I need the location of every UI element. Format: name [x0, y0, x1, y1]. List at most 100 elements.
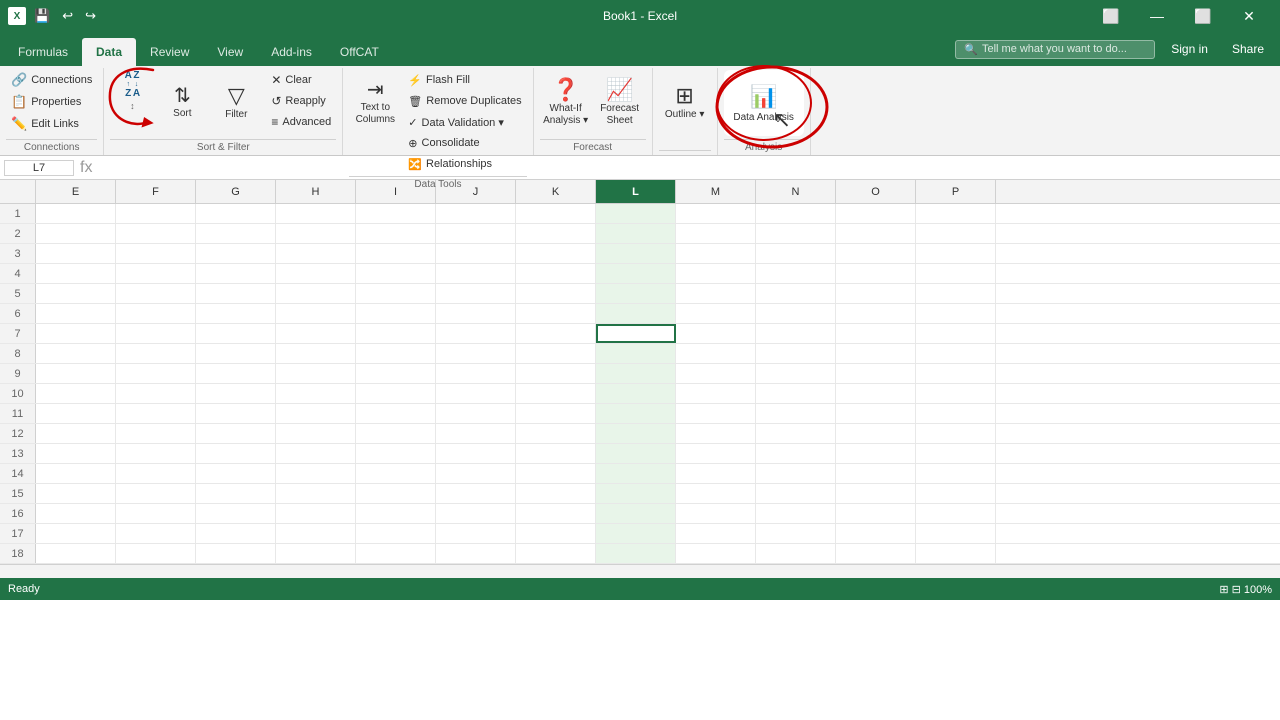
text-to-columns-button[interactable]: ⇥ Text toColumns: [349, 70, 401, 136]
cell-M8[interactable]: [676, 344, 756, 363]
cell-G11[interactable]: [196, 404, 276, 423]
cell-H16[interactable]: [276, 504, 356, 523]
cell-P18[interactable]: [916, 544, 996, 563]
consolidate-button[interactable]: ⊕ Consolidate: [403, 133, 526, 153]
cell-O3[interactable]: [836, 244, 916, 263]
cell-K14[interactable]: [516, 464, 596, 483]
cell-N11[interactable]: [756, 404, 836, 423]
cell-L15[interactable]: [596, 484, 676, 503]
redo-icon[interactable]: ↪: [81, 8, 100, 24]
cell-K10[interactable]: [516, 384, 596, 403]
cell-J17[interactable]: [436, 524, 516, 543]
cell-E13[interactable]: [36, 444, 116, 463]
forecast-sheet-button[interactable]: 📈 ForecastSheet: [594, 70, 646, 136]
cell-E6[interactable]: [36, 304, 116, 323]
cell-O15[interactable]: [836, 484, 916, 503]
cell-I9[interactable]: [356, 364, 436, 383]
cell-I1[interactable]: [356, 204, 436, 223]
outline-button[interactable]: ⊞ Outline ▾: [659, 70, 711, 136]
cell-P5[interactable]: [916, 284, 996, 303]
cell-E16[interactable]: [36, 504, 116, 523]
cell-L5[interactable]: [596, 284, 676, 303]
col-header-P[interactable]: P: [916, 180, 996, 203]
signin-button[interactable]: Sign in: [1163, 40, 1216, 58]
cell-E8[interactable]: [36, 344, 116, 363]
cell-L6[interactable]: [596, 304, 676, 323]
cell-N10[interactable]: [756, 384, 836, 403]
cell-H9[interactable]: [276, 364, 356, 383]
relationships-button[interactable]: 🔀 Relationships: [403, 154, 526, 174]
cell-M5[interactable]: [676, 284, 756, 303]
cell-G10[interactable]: [196, 384, 276, 403]
cell-G12[interactable]: [196, 424, 276, 443]
cell-G4[interactable]: [196, 264, 276, 283]
cell-K2[interactable]: [516, 224, 596, 243]
cell-J6[interactable]: [436, 304, 516, 323]
cell-O17[interactable]: [836, 524, 916, 543]
cell-E14[interactable]: [36, 464, 116, 483]
cell-I12[interactable]: [356, 424, 436, 443]
cell-H14[interactable]: [276, 464, 356, 483]
cell-G17[interactable]: [196, 524, 276, 543]
cell-F14[interactable]: [116, 464, 196, 483]
cell-K3[interactable]: [516, 244, 596, 263]
cell-P3[interactable]: [916, 244, 996, 263]
tab-formulas[interactable]: Formulas: [4, 38, 82, 66]
cell-K15[interactable]: [516, 484, 596, 503]
cell-O10[interactable]: [836, 384, 916, 403]
cell-H5[interactable]: [276, 284, 356, 303]
data-analysis-button[interactable]: 📊 Data Analysis: [724, 70, 804, 136]
cell-J14[interactable]: [436, 464, 516, 483]
cell-I2[interactable]: [356, 224, 436, 243]
tab-data[interactable]: Data: [82, 38, 136, 66]
cell-G2[interactable]: [196, 224, 276, 243]
cell-H18[interactable]: [276, 544, 356, 563]
cell-O18[interactable]: [836, 544, 916, 563]
cell-L4[interactable]: [596, 264, 676, 283]
advanced-button[interactable]: ≡ Advanced: [266, 112, 336, 132]
save-icon[interactable]: 💾: [30, 8, 54, 24]
cell-J18[interactable]: [436, 544, 516, 563]
cell-M11[interactable]: [676, 404, 756, 423]
cell-O4[interactable]: [836, 264, 916, 283]
cell-I7[interactable]: [356, 324, 436, 343]
cell-N7[interactable]: [756, 324, 836, 343]
cell-E4[interactable]: [36, 264, 116, 283]
cell-J10[interactable]: [436, 384, 516, 403]
cell-I16[interactable]: [356, 504, 436, 523]
col-header-H[interactable]: H: [276, 180, 356, 203]
cell-I5[interactable]: [356, 284, 436, 303]
cell-L1[interactable]: [596, 204, 676, 223]
cell-P13[interactable]: [916, 444, 996, 463]
cell-M10[interactable]: [676, 384, 756, 403]
cell-F15[interactable]: [116, 484, 196, 503]
cell-F18[interactable]: [116, 544, 196, 563]
minimize-button[interactable]: —: [1134, 0, 1180, 32]
cell-I15[interactable]: [356, 484, 436, 503]
cell-L3[interactable]: [596, 244, 676, 263]
cell-E18[interactable]: [36, 544, 116, 563]
tab-addins[interactable]: Add-ins: [257, 38, 326, 66]
cell-H10[interactable]: [276, 384, 356, 403]
cell-M6[interactable]: [676, 304, 756, 323]
cell-G1[interactable]: [196, 204, 276, 223]
cell-G9[interactable]: [196, 364, 276, 383]
window-controls[interactable]: ⬜ — ⬜ ✕: [1088, 0, 1272, 32]
cell-F11[interactable]: [116, 404, 196, 423]
cell-O6[interactable]: [836, 304, 916, 323]
cell-N8[interactable]: [756, 344, 836, 363]
cell-N2[interactable]: [756, 224, 836, 243]
cell-F17[interactable]: [116, 524, 196, 543]
data-validation-button[interactable]: ✓ Data Validation ▾: [403, 112, 526, 132]
cell-E3[interactable]: [36, 244, 116, 263]
cell-J7[interactable]: [436, 324, 516, 343]
cell-H12[interactable]: [276, 424, 356, 443]
share-button[interactable]: Share: [1224, 40, 1272, 58]
cell-L9[interactable]: [596, 364, 676, 383]
cell-M17[interactable]: [676, 524, 756, 543]
cell-I14[interactable]: [356, 464, 436, 483]
cell-O11[interactable]: [836, 404, 916, 423]
cell-L13[interactable]: [596, 444, 676, 463]
cell-H8[interactable]: [276, 344, 356, 363]
cell-J16[interactable]: [436, 504, 516, 523]
